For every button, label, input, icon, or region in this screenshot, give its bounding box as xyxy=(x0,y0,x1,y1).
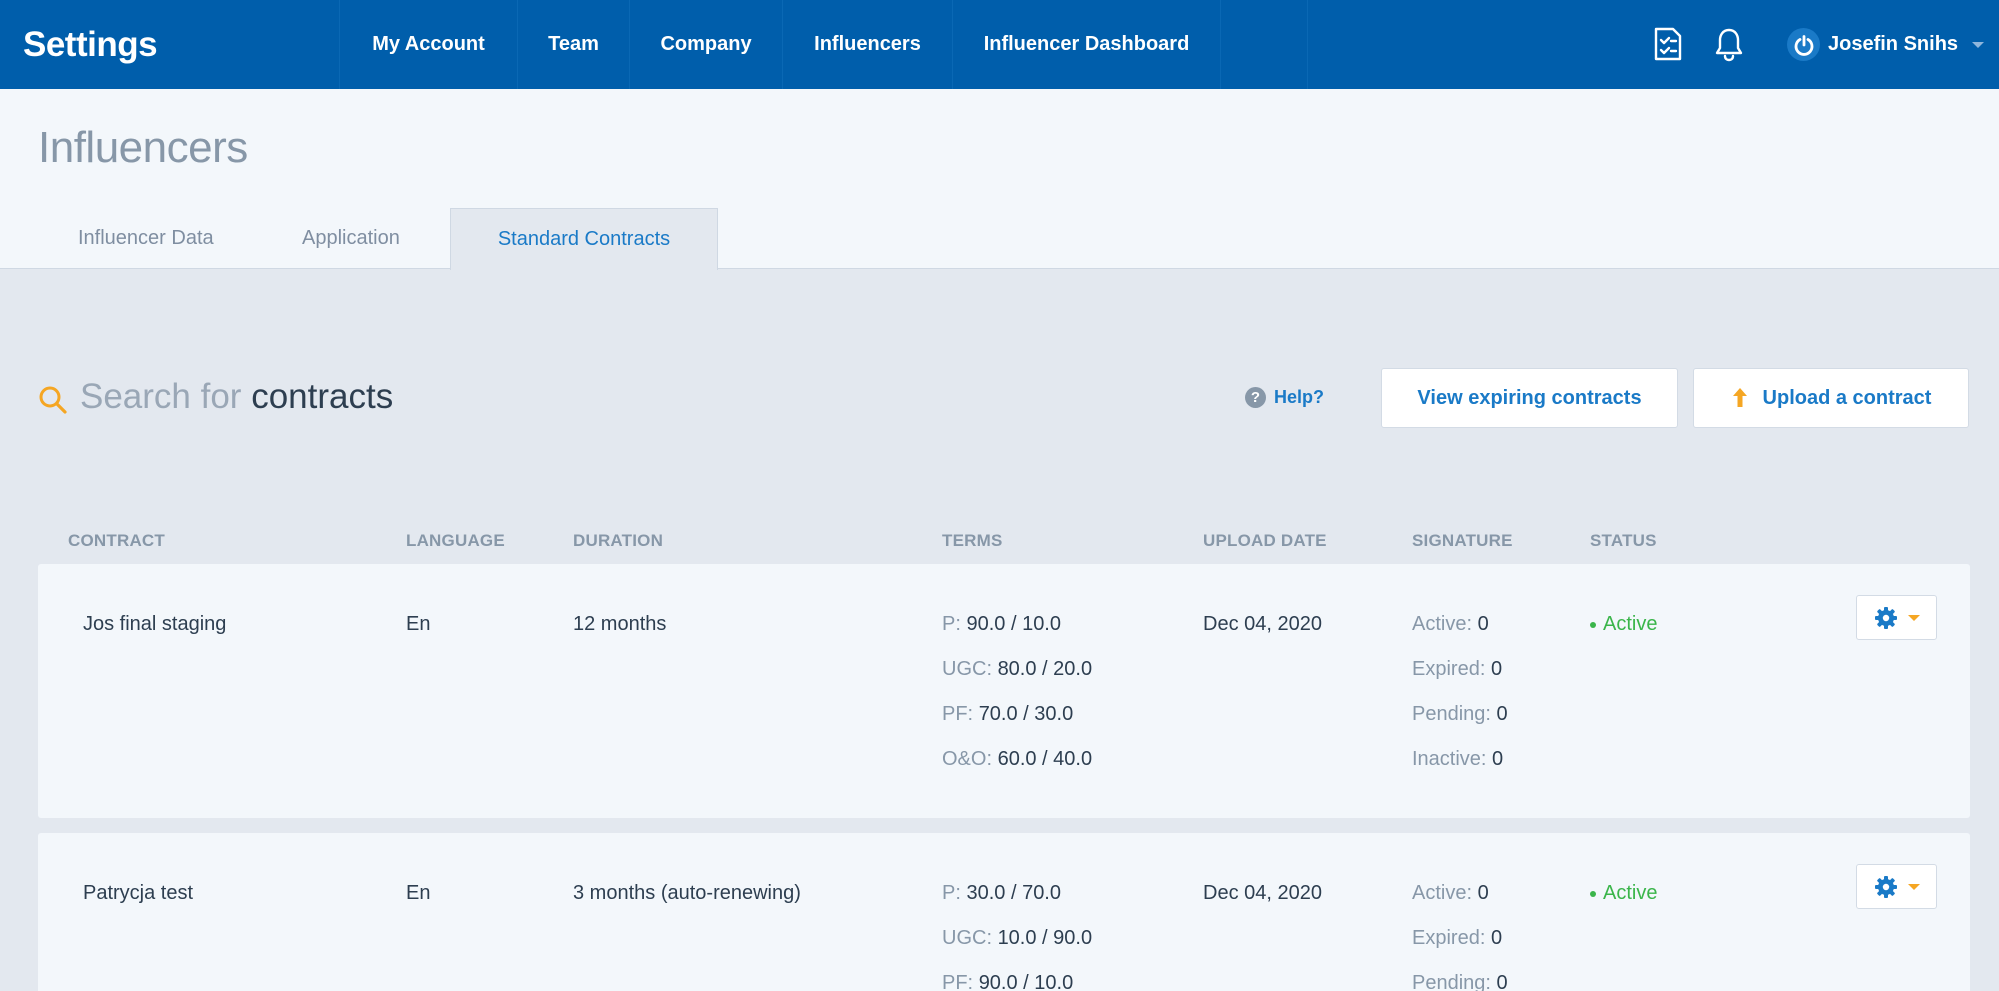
chevron-down-icon xyxy=(1907,614,1920,621)
column-header-upload-date: UPLOAD DATE xyxy=(1203,531,1327,550)
main-nav: My Account Team Company Influencers Infl… xyxy=(339,0,1221,89)
bell-icon[interactable] xyxy=(1709,24,1749,64)
page-title: Influencers xyxy=(38,123,248,172)
nav-my-account[interactable]: My Account xyxy=(339,0,517,89)
user-name: Josefin Snihs xyxy=(1828,33,1959,55)
term-ugc: UGC: 10.0 / 90.0 xyxy=(942,927,1093,949)
signature-expired: Expired: 0 xyxy=(1412,927,1503,949)
row-actions-button[interactable] xyxy=(1856,864,1937,909)
contract-duration: 3 months (auto-renewing) xyxy=(573,882,801,904)
user-menu[interactable]: Josefin Snihs xyxy=(1787,0,1985,89)
upload-date: Dec 04, 2020 xyxy=(1203,882,1322,904)
arrow-up-icon xyxy=(1731,387,1749,409)
nav-company[interactable]: Company xyxy=(629,0,782,89)
top-bar: Settings My Account Team Company Influen… xyxy=(0,0,1999,89)
contract-name[interactable]: Patrycja test xyxy=(83,882,193,905)
search-keyword: contracts xyxy=(251,377,394,416)
page-header: Influencers Influencer Data Application … xyxy=(0,89,1999,270)
signature-active: Active: 0 xyxy=(1412,613,1489,635)
nav-divider xyxy=(1307,0,1308,89)
row-actions-button[interactable] xyxy=(1856,595,1937,640)
column-header-contract: CONTRACT xyxy=(68,531,165,550)
chevron-down-icon xyxy=(1907,883,1920,890)
help-icon: ? xyxy=(1245,387,1266,408)
search-icon xyxy=(38,385,68,420)
search-placeholder: Search for xyxy=(80,377,242,416)
help-label: Help? xyxy=(1274,387,1325,407)
view-expiring-contracts-button[interactable]: View expiring contracts xyxy=(1381,368,1678,428)
contract-language: En xyxy=(406,882,431,904)
table-row: Patrycja test En 3 months (auto-renewing… xyxy=(38,833,1970,991)
contract-language: En xyxy=(406,613,431,635)
status-badge: Active xyxy=(1590,613,1657,636)
gear-icon xyxy=(1874,875,1898,899)
contract-duration: 12 months xyxy=(573,613,667,635)
status-badge: Active xyxy=(1590,882,1657,905)
term-ugc: UGC: 80.0 / 20.0 xyxy=(942,658,1093,680)
tab-application[interactable]: Application xyxy=(302,208,400,269)
column-header-signature: SIGNATURE xyxy=(1412,531,1513,550)
search-input[interactable]: Search for contracts xyxy=(80,377,393,417)
upload-date: Dec 04, 2020 xyxy=(1203,613,1322,635)
status-dot xyxy=(1590,621,1596,628)
nav-influencer-dashboard[interactable]: Influencer Dashboard xyxy=(952,0,1221,89)
term-pf: PF: 70.0 / 30.0 xyxy=(942,703,1074,725)
column-header-duration: DURATION xyxy=(573,531,664,550)
term-p: P: 30.0 / 70.0 xyxy=(942,882,1061,904)
upload-contract-button[interactable]: Upload a contract xyxy=(1693,368,1969,428)
term-pf: PF: 90.0 / 10.0 xyxy=(942,972,1074,991)
column-header-language: LANGUAGE xyxy=(406,531,505,550)
term-p: P: 90.0 / 10.0 xyxy=(942,613,1061,635)
column-header-terms: TERMS xyxy=(942,531,1003,550)
status-label: Active xyxy=(1603,613,1658,635)
checklist-icon[interactable] xyxy=(1648,24,1688,64)
app-title: Settings xyxy=(23,25,158,64)
status-dot xyxy=(1590,890,1596,897)
table-row: Jos final staging En 12 months P: 90.0 /… xyxy=(38,564,1970,818)
signature-pending: Pending: 0 xyxy=(1412,703,1508,725)
tab-influencer-data[interactable]: Influencer Data xyxy=(78,208,214,269)
signature-active: Active: 0 xyxy=(1412,882,1489,904)
nav-influencers[interactable]: Influencers xyxy=(782,0,952,89)
signature-pending: Pending: 0 xyxy=(1412,972,1508,991)
column-header-status: STATUS xyxy=(1590,531,1657,550)
power-icon xyxy=(1787,28,1820,61)
signature-inactive: Inactive: 0 xyxy=(1412,748,1504,770)
term-oo: O&O: 60.0 / 40.0 xyxy=(942,748,1093,770)
status-label: Active xyxy=(1603,882,1658,904)
signature-expired: Expired: 0 xyxy=(1412,658,1503,680)
chevron-down-icon xyxy=(1972,41,1985,48)
contract-name[interactable]: Jos final staging xyxy=(83,613,226,636)
view-expiring-label: View expiring contracts xyxy=(1417,386,1642,409)
help-link[interactable]: ? Help? xyxy=(1245,387,1324,408)
gear-icon xyxy=(1874,606,1898,630)
upload-contract-label: Upload a contract xyxy=(1762,386,1932,409)
nav-team[interactable]: Team xyxy=(517,0,629,89)
tab-standard-contracts[interactable]: Standard Contracts xyxy=(450,208,718,270)
